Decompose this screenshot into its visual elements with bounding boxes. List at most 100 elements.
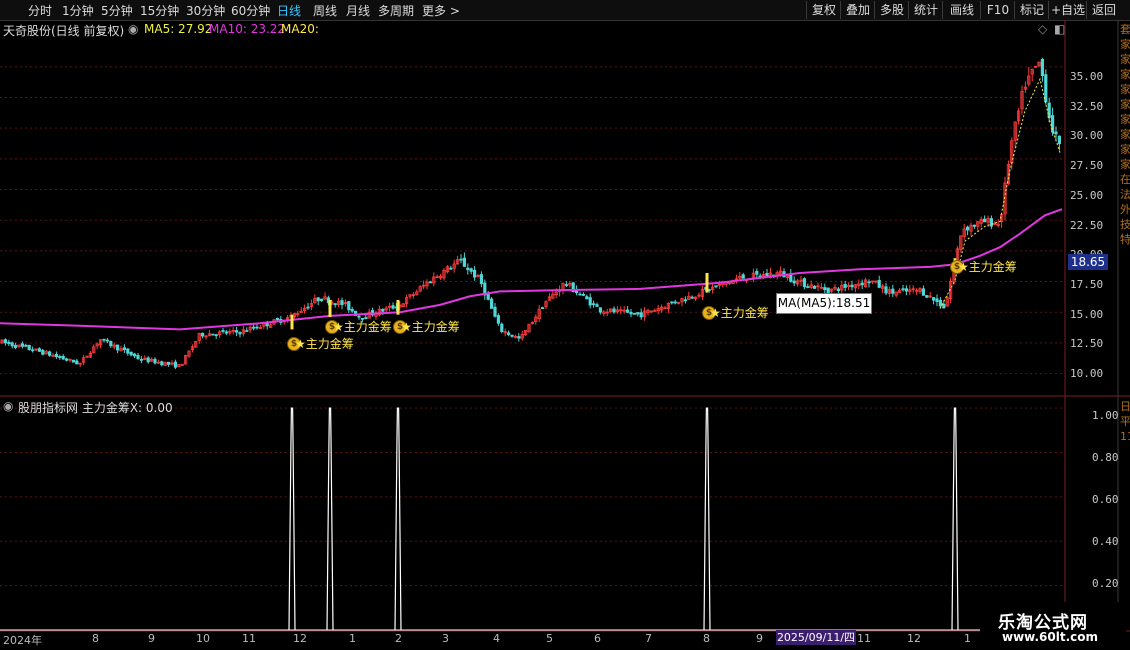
period-tab-4[interactable]: 30分钟	[186, 2, 225, 19]
candle-body	[506, 332, 511, 335]
candle-body	[7, 341, 11, 345]
candle-body	[904, 288, 909, 292]
candle-body	[510, 334, 514, 337]
candle-body	[755, 270, 759, 275]
candle-body	[541, 307, 545, 309]
toolbar-button-0[interactable]: 复权	[806, 1, 841, 19]
price-axis-label: 35.00	[1070, 70, 1104, 83]
period-tab-0[interactable]: 分时	[28, 2, 52, 19]
period-tab-3[interactable]: 15分钟	[140, 2, 179, 19]
period-tab-8[interactable]: 月线	[346, 2, 370, 19]
candle-body	[925, 295, 929, 298]
candle-body	[564, 284, 569, 287]
candle-body	[357, 315, 361, 318]
candle-body	[30, 349, 35, 352]
candle-body	[160, 361, 164, 366]
signal-label: ★主力金筹	[710, 306, 769, 320]
period-tab-7[interactable]: 周线	[313, 2, 337, 19]
x-axis-label: 2024年	[3, 634, 42, 647]
candle-body	[20, 343, 25, 347]
candle-body	[136, 354, 140, 359]
candle-body	[234, 330, 239, 333]
candle-body	[683, 299, 688, 302]
toolbar: 分时 1分钟 5分钟 15分钟 30分钟 60分钟 日线 周线 月线 多周期 更多 > 复权 叠加 多股…	[0, 0, 1130, 21]
window-toggle-icon[interactable]: ◧	[1054, 22, 1065, 36]
period-tab-5[interactable]: 60分钟	[231, 2, 270, 19]
x-axis-label: 8	[92, 632, 99, 645]
candle-body	[126, 348, 130, 354]
toolbar-button-3[interactable]: 统计	[908, 1, 943, 19]
x-axis-label: 11	[242, 632, 256, 645]
signal-label: ★主力金筹	[958, 260, 1017, 274]
candle-body	[891, 288, 895, 294]
watermark: 乐淘公式网 www.60lt.com	[980, 602, 1126, 646]
toolbar-button-2[interactable]: 多股	[874, 1, 909, 19]
candle-body	[836, 288, 841, 292]
candle-body	[592, 303, 596, 306]
stock-title: 天奇股份(日线 前复权)	[3, 24, 125, 38]
period-tab-9[interactable]: 多周期	[378, 2, 414, 19]
toolbar-button-5[interactable]: F10	[980, 1, 1015, 19]
candle-body	[238, 332, 242, 335]
candle-body	[306, 306, 310, 309]
toolbar-button-1[interactable]: 叠加	[840, 1, 875, 19]
candle-body	[741, 274, 745, 279]
x-axis-label: 8	[703, 632, 710, 645]
x-axis-label: 11	[857, 632, 871, 645]
indicator-spike	[288, 407, 296, 631]
indicator-collapse-icon[interactable]: ◉	[3, 399, 13, 413]
candle-body	[629, 312, 633, 315]
candle-body	[843, 283, 847, 288]
period-tab-2[interactable]: 5分钟	[101, 2, 133, 19]
toolbar-button-8[interactable]: 返回	[1086, 1, 1121, 19]
candle-body	[813, 285, 817, 289]
candle-body	[578, 293, 582, 296]
candle-body	[612, 308, 616, 313]
candle-body	[942, 303, 946, 309]
candle-body	[867, 281, 871, 284]
candle-body	[826, 287, 830, 293]
x-axis-label: 2	[395, 632, 402, 645]
diamond-icon[interactable]: ◇	[1038, 22, 1047, 36]
ma20-value: MA20:	[281, 22, 319, 36]
candle-body	[921, 288, 926, 296]
price-axis-label: 25.00	[1070, 188, 1104, 202]
toolbar-button-4[interactable]: 画线	[942, 1, 981, 19]
candle-body	[319, 298, 324, 302]
candle-body	[966, 226, 970, 231]
candle-body	[792, 280, 796, 284]
candle-body	[132, 353, 137, 357]
collapse-icon[interactable]: ◉	[128, 22, 138, 36]
candle-body	[316, 297, 320, 302]
candle-body	[670, 301, 674, 304]
indicator-title: 股朋指标网 主力金筹X: 0.00	[18, 401, 173, 415]
period-tab-6[interactable]: 日线	[277, 2, 301, 19]
candle-body	[636, 312, 640, 315]
candle-body	[469, 268, 473, 272]
toolbar-button-6[interactable]: 标记	[1014, 1, 1049, 19]
candle-body	[41, 349, 45, 355]
candle-body	[350, 308, 354, 312]
x-axis-label: 12	[293, 632, 307, 645]
candle-body	[496, 315, 501, 324]
period-tab-1[interactable]: 1分钟	[62, 2, 94, 19]
candle-body	[37, 348, 42, 352]
candle-body	[27, 344, 31, 350]
candle-body	[588, 297, 592, 306]
x-axis-label: 12	[907, 632, 921, 645]
x-axis-label: 9	[756, 632, 763, 645]
candle-body	[1057, 135, 1061, 145]
candle-body	[122, 347, 126, 351]
price-axis-label: 30.00	[1070, 129, 1104, 143]
ma-line	[0, 208, 1063, 331]
candle-body	[581, 293, 586, 296]
candle-body	[983, 218, 987, 223]
candle-body	[1054, 131, 1058, 135]
candle-body	[598, 307, 603, 313]
toolbar-button-7[interactable]: +自选	[1048, 1, 1087, 19]
candle-body	[932, 297, 936, 301]
period-tab-10[interactable]: 更多 >	[422, 2, 460, 19]
price-axis-label: 27.50	[1070, 159, 1104, 173]
candle-body	[102, 338, 106, 341]
candle-body	[105, 339, 109, 342]
